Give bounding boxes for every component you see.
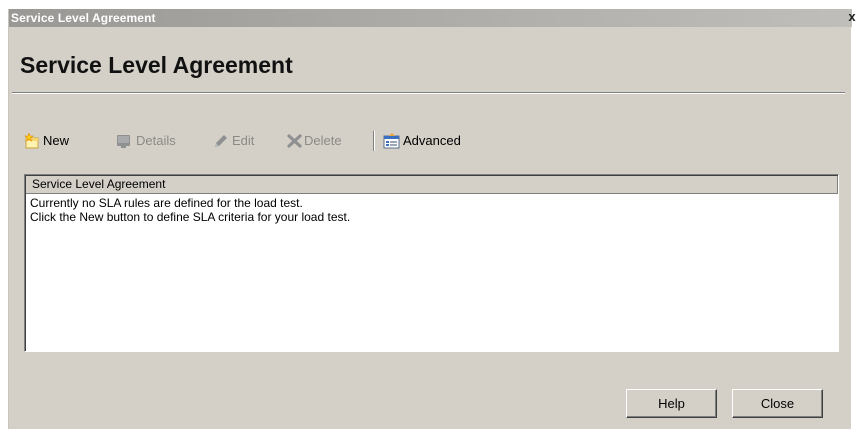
help-button[interactable]: Help <box>626 389 717 418</box>
list-column-header[interactable]: Service Level Agreement <box>26 176 838 194</box>
window-title: Service Level Agreement <box>11 11 156 25</box>
advanced-button[interactable]: Advanced <box>383 130 487 152</box>
help-button-label: Help <box>658 396 685 411</box>
new-button[interactable]: New <box>24 130 88 152</box>
sla-list[interactable]: Service Level Agreement Currently no SLA… <box>24 174 839 352</box>
edit-button-label: Edit <box>232 133 255 148</box>
header-divider <box>12 92 845 94</box>
close-button-label: Close <box>760 396 795 411</box>
title-bar[interactable]: Service Level Agreement x <box>9 9 856 27</box>
close-button[interactable]: Close <box>732 389 823 418</box>
empty-message-line-2: Click the New button to define SLA crite… <box>30 210 351 224</box>
details-monitor-icon <box>115 133 132 149</box>
new-button-label: New <box>43 133 70 148</box>
new-sparkle-icon <box>24 132 41 149</box>
advanced-button-label: Advanced <box>403 133 461 148</box>
sla-dialog: Service Level Agreement x Service Level … <box>8 9 856 429</box>
details-button-label: Details <box>136 133 176 148</box>
toolbar-separator <box>373 131 375 151</box>
delete-button-label: Delete <box>304 133 342 148</box>
edit-button[interactable]: Edit <box>212 130 268 152</box>
advanced-properties-icon <box>383 133 400 149</box>
column-header-sla[interactable]: Service Level Agreement <box>26 176 838 193</box>
details-button[interactable]: Details <box>115 130 195 152</box>
page-title: Service Level Agreement <box>20 52 293 78</box>
pencil-icon <box>212 133 229 149</box>
close-window-icon[interactable]: x <box>846 10 858 24</box>
delete-x-icon <box>286 133 303 149</box>
empty-message-line-1: Currently no SLA rules are defined for t… <box>30 196 303 210</box>
delete-button[interactable]: Delete <box>286 130 361 152</box>
